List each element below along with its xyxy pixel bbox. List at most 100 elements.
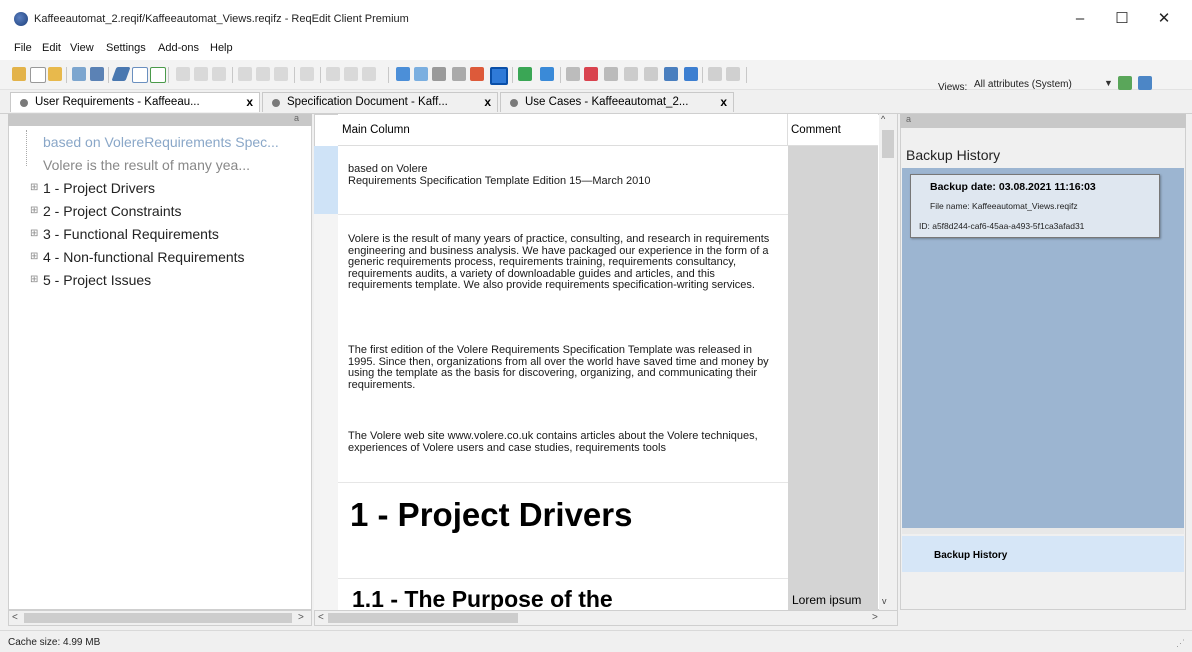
expand-icon[interactable]: ⊞ bbox=[30, 274, 38, 285]
tree-item-project-drivers[interactable]: 1 - Project Drivers bbox=[43, 180, 155, 196]
delete-row-icon[interactable] bbox=[584, 67, 598, 81]
strikethrough-icon[interactable] bbox=[238, 67, 252, 81]
close-button[interactable]: ✕ bbox=[1144, 6, 1184, 32]
bold-icon[interactable] bbox=[176, 67, 190, 81]
attribute-icon[interactable] bbox=[566, 67, 580, 81]
column-header-main-label: Main Column bbox=[342, 124, 410, 136]
menu-file[interactable]: File bbox=[14, 42, 32, 54]
scroll-down-icon[interactable]: v bbox=[882, 596, 887, 606]
scrollbar-thumb[interactable] bbox=[882, 130, 894, 158]
replace-icon[interactable] bbox=[684, 67, 698, 81]
scroll-up-icon[interactable]: ^ bbox=[881, 114, 885, 124]
scroll-right-icon[interactable]: > bbox=[298, 612, 304, 623]
checkbox-empty-icon[interactable] bbox=[132, 67, 148, 83]
tab-bar: User Requirements - Kaffeeau... x Specif… bbox=[0, 90, 1192, 114]
tab-close-icon[interactable]: x bbox=[484, 93, 491, 112]
backup-header-label: a bbox=[906, 114, 912, 124]
bullet-list-icon[interactable] bbox=[326, 67, 340, 81]
tab-close-icon[interactable]: x bbox=[720, 93, 727, 112]
indent-icon[interactable] bbox=[362, 67, 376, 81]
menu-view[interactable]: View bbox=[70, 42, 94, 54]
comment-text[interactable]: Lorem ipsum bbox=[792, 593, 861, 607]
compare-icon[interactable] bbox=[708, 67, 722, 81]
scroll-left-icon[interactable]: < bbox=[12, 612, 18, 623]
tab-user-requirements[interactable]: User Requirements - Kaffeeau... x bbox=[10, 92, 260, 112]
save-all-icon[interactable] bbox=[90, 67, 104, 81]
edit-pen-icon[interactable] bbox=[111, 67, 131, 81]
tree-item-project-issues[interactable]: 5 - Project Issues bbox=[43, 272, 151, 288]
menu-bar: File Edit View Settings Add-ons Help bbox=[0, 38, 1192, 60]
section-heading[interactable]: 1 - Project Drivers bbox=[350, 496, 632, 534]
insert-child-icon[interactable] bbox=[540, 67, 554, 81]
maximize-button[interactable]: ☐ bbox=[1102, 6, 1142, 32]
expand-icon[interactable]: ⊞ bbox=[30, 228, 38, 239]
tree-item-functional-requirements[interactable]: 3 - Functional Requirements bbox=[43, 226, 219, 242]
document-paragraph[interactable]: The first edition of the Volere Requirem… bbox=[348, 344, 778, 391]
menu-help[interactable]: Help bbox=[210, 42, 233, 54]
document-icon[interactable] bbox=[624, 67, 638, 81]
expand-icon[interactable]: ⊞ bbox=[30, 205, 38, 216]
underline-icon[interactable] bbox=[212, 67, 226, 81]
subscript-icon[interactable] bbox=[274, 67, 288, 81]
checkbox-checked-icon[interactable] bbox=[150, 67, 166, 83]
view-toggle-icon[interactable] bbox=[490, 67, 508, 85]
status-bar bbox=[0, 630, 1192, 652]
tab-specification-document[interactable]: Specification Document - Kaff... x bbox=[262, 92, 498, 112]
tab-close-icon[interactable]: x bbox=[246, 93, 253, 112]
column-header-comment-label: Comment bbox=[791, 124, 841, 136]
save-view-icon[interactable] bbox=[1138, 76, 1152, 90]
filter-add-icon[interactable] bbox=[414, 67, 428, 81]
scrollbar-thumb[interactable] bbox=[24, 613, 292, 623]
row-selector-selected[interactable] bbox=[314, 146, 338, 214]
chevron-down-icon[interactable]: ▼ bbox=[1104, 78, 1113, 88]
search-icon[interactable] bbox=[664, 67, 678, 81]
document-paragraph[interactable]: based on Volere Requirements Specificati… bbox=[348, 163, 778, 187]
save-icon[interactable] bbox=[72, 67, 86, 81]
document-dot-icon bbox=[510, 99, 518, 107]
backup-id: ID: a5f8d244-caf6-45aa-a493-5f1ca3afad31 bbox=[919, 221, 1085, 231]
document-paragraph[interactable]: Volere is the result of many years of pr… bbox=[348, 233, 778, 292]
font-color-icon[interactable] bbox=[300, 67, 314, 81]
table-icon[interactable] bbox=[452, 67, 466, 81]
export-icon[interactable] bbox=[644, 67, 658, 81]
scrollbar-thumb[interactable] bbox=[328, 613, 518, 623]
scroll-right-icon[interactable]: > bbox=[872, 612, 878, 623]
wrap-icon[interactable] bbox=[604, 67, 618, 81]
backup-file-name: File name: Kaffeeautomat_Views.reqifz bbox=[930, 201, 1078, 211]
filter-remove-icon[interactable] bbox=[432, 67, 446, 81]
app-icon bbox=[14, 12, 28, 26]
tab-use-cases[interactable]: Use Cases - Kaffeeautomat_2... x bbox=[500, 92, 734, 112]
add-view-icon[interactable] bbox=[1118, 76, 1132, 90]
backup-panel-header bbox=[900, 114, 1186, 128]
italic-icon[interactable] bbox=[194, 67, 208, 81]
open-folder-icon[interactable] bbox=[48, 67, 62, 81]
panel-splitter[interactable] bbox=[902, 528, 1184, 534]
tree-item-project-constraints[interactable]: 2 - Project Constraints bbox=[43, 203, 182, 219]
expand-icon[interactable]: ⊞ bbox=[30, 251, 38, 262]
document-vertical-scrollbar[interactable] bbox=[879, 114, 897, 610]
comment-column[interactable] bbox=[788, 146, 878, 610]
expand-icon[interactable]: ⊞ bbox=[30, 182, 38, 193]
insert-row-icon[interactable] bbox=[518, 67, 532, 81]
document-paragraph[interactable]: The Volere web site www.volere.co.uk con… bbox=[348, 430, 778, 454]
menu-edit[interactable]: Edit bbox=[42, 42, 61, 54]
link-icon[interactable] bbox=[470, 67, 484, 81]
cache-size-status: Cache size: 4.99 MB bbox=[8, 637, 101, 648]
numbered-list-icon[interactable] bbox=[344, 67, 358, 81]
filter-icon[interactable] bbox=[396, 67, 410, 81]
minimize-button[interactable]: – bbox=[1060, 6, 1100, 32]
subsection-heading[interactable]: 1.1 - The Purpose of the bbox=[352, 586, 613, 610]
tree-item[interactable]: Volere is the result of many yea... bbox=[43, 157, 250, 173]
new-file-icon[interactable] bbox=[30, 67, 46, 83]
backup-history-title: Backup History bbox=[906, 147, 1001, 163]
paste-icon[interactable] bbox=[12, 67, 26, 81]
scroll-left-icon[interactable]: < bbox=[318, 612, 324, 623]
superscript-icon[interactable] bbox=[256, 67, 270, 81]
menu-settings[interactable]: Settings bbox=[106, 42, 146, 54]
tree-item-non-functional-requirements[interactable]: 4 - Non-functional Requirements bbox=[43, 249, 245, 265]
document-dot-icon bbox=[20, 99, 28, 107]
menu-add-ons[interactable]: Add-ons bbox=[158, 42, 199, 54]
merge-icon[interactable] bbox=[726, 67, 740, 81]
resize-grip-icon[interactable]: ⋰ bbox=[1176, 638, 1185, 649]
tree-item[interactable]: based on VolereRequirements Spec... bbox=[43, 134, 279, 150]
